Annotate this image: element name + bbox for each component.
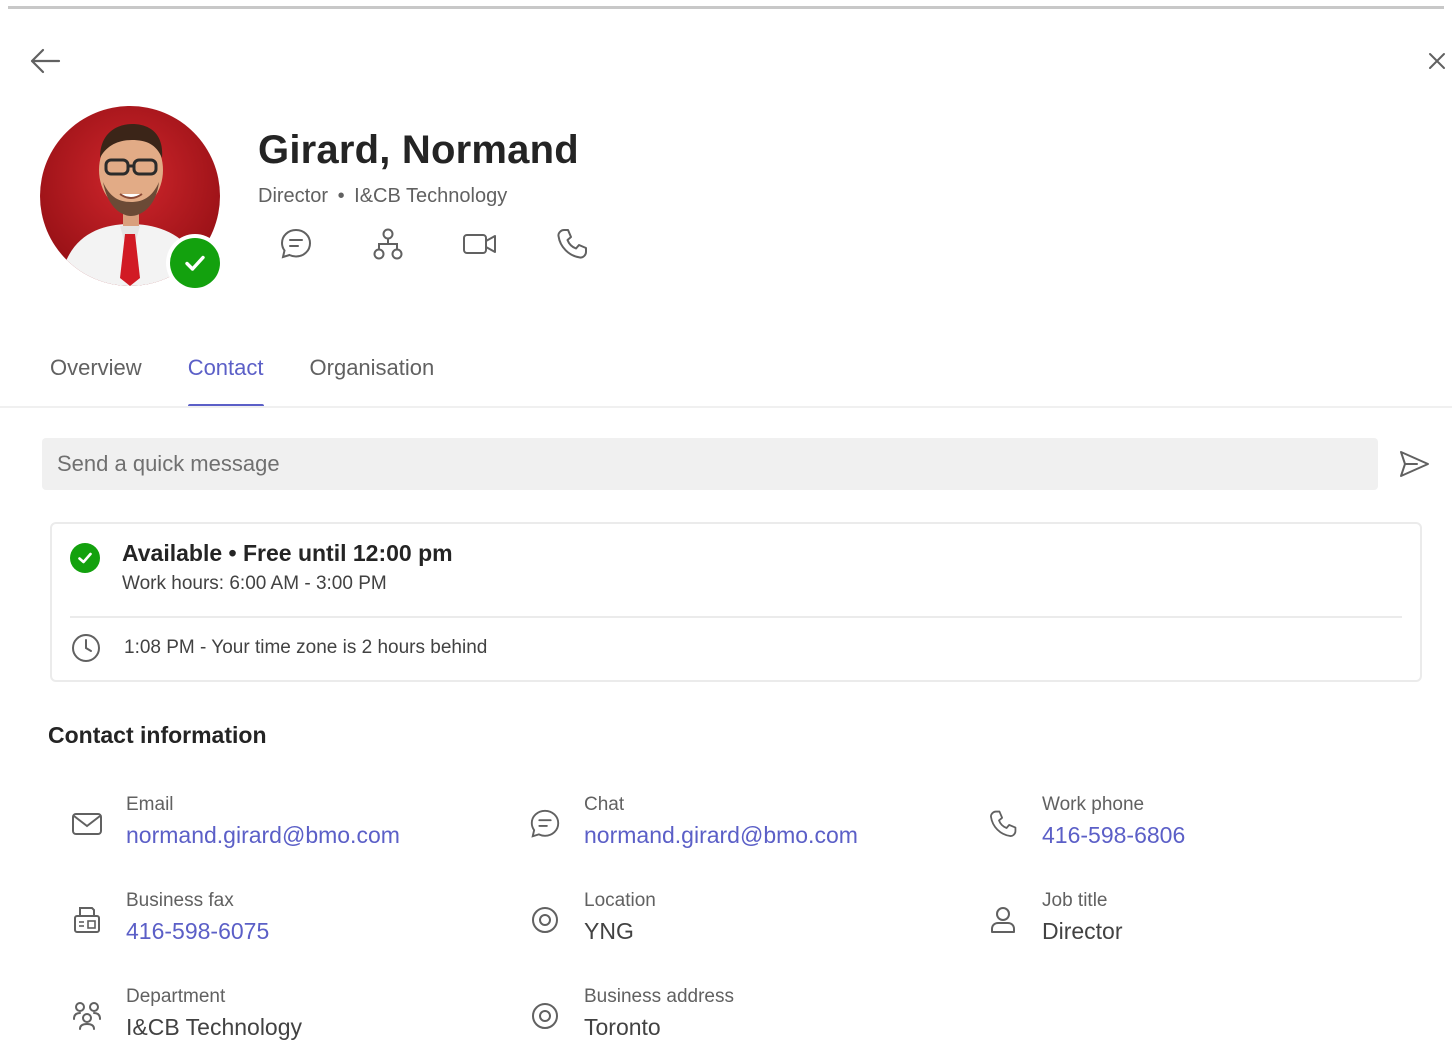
profile-role: Director	[258, 185, 329, 207]
profile-tabs: Overview Contact Organisation	[50, 350, 480, 408]
tab-organisation[interactable]: Organisation	[310, 350, 435, 408]
location-value: YNG	[584, 918, 634, 944]
available-status-icon	[70, 543, 100, 573]
close-button[interactable]	[1424, 46, 1450, 76]
location-icon	[526, 996, 564, 1036]
presence-available-dot	[170, 238, 220, 288]
tab-overview[interactable]: Overview	[50, 350, 142, 408]
subtitle-separator: •	[337, 185, 345, 207]
profile-subtitle: Director • I&CB Technology	[258, 185, 507, 208]
org-chart-button[interactable]	[368, 224, 408, 264]
profile-department: I&CB Technology	[354, 185, 508, 207]
checkmark-icon	[78, 552, 92, 564]
phone-icon	[984, 804, 1022, 844]
phone-icon	[557, 229, 587, 259]
close-icon	[1429, 53, 1445, 69]
work-phone-link[interactable]: 416-598-6806	[1042, 822, 1185, 849]
location-label: Location	[584, 890, 656, 911]
local-time-row: 1:08 PM - Your time zone is 2 hours behi…	[70, 632, 487, 664]
business-fax-label: Business fax	[126, 890, 234, 911]
business-address-label: Business address	[584, 986, 734, 1007]
info-department: Department I&CB Technology	[68, 984, 302, 1041]
arrow-left-icon	[30, 48, 61, 74]
local-time-text: 1:08 PM - Your time zone is 2 hours behi…	[124, 637, 488, 658]
send-icon	[1400, 451, 1429, 477]
video-call-button[interactable]	[460, 224, 500, 264]
chat-label: Chat	[584, 794, 625, 815]
email-link[interactable]: normand.girard@bmo.com	[126, 822, 400, 849]
contact-information-heading: Contact information	[48, 722, 267, 748]
work-phone-label: Work phone	[1042, 794, 1145, 815]
back-button[interactable]	[26, 44, 64, 78]
chat-link[interactable]: normand.girard@bmo.com	[584, 822, 858, 849]
video-icon	[463, 234, 496, 254]
info-job-title: Job title Director	[984, 888, 1123, 945]
tab-contact[interactable]: Contact	[187, 350, 264, 408]
info-chat: Chat normand.girard@bmo.com	[526, 792, 858, 849]
card-divider	[70, 616, 1402, 618]
info-business-address: Business address Toronto	[526, 984, 734, 1041]
fax-icon	[68, 900, 106, 940]
clock-icon	[72, 634, 100, 662]
top-divider	[8, 6, 1444, 9]
email-label: Email	[126, 794, 174, 815]
availability-row: Available • Free until 12:00 pm Work hou…	[70, 540, 453, 595]
org-chart-icon	[373, 228, 403, 260]
work-hours: Work hours: 6:00 AM - 3:00 PM	[122, 573, 387, 594]
department-icon	[68, 996, 106, 1036]
tabs-divider	[0, 406, 1452, 408]
department-label: Department	[126, 986, 226, 1007]
job-title-label: Job title	[1042, 890, 1108, 911]
availability-status: Available • Free until 12:00 pm	[122, 540, 453, 566]
availability-card: Available • Free until 12:00 pm Work hou…	[50, 522, 1422, 682]
info-email: Email normand.girard@bmo.com	[68, 792, 400, 849]
checkmark-icon	[185, 255, 205, 271]
info-location: Location YNG	[526, 888, 656, 945]
quick-message-input[interactable]	[42, 438, 1378, 490]
business-fax-link[interactable]: 416-598-6075	[126, 918, 269, 945]
chat-icon	[526, 804, 564, 844]
mail-icon	[68, 804, 106, 844]
presence-badge	[166, 234, 224, 292]
chat-button[interactable]	[276, 224, 316, 264]
person-icon	[984, 900, 1022, 940]
profile-name: Girard, Normand	[258, 128, 579, 172]
availability-text: Available • Free until 12:00 pm Work hou…	[122, 540, 453, 595]
profile-actions	[276, 224, 644, 264]
job-title-value: Director	[1042, 918, 1123, 944]
location-icon	[526, 900, 564, 940]
chat-icon	[280, 228, 312, 259]
info-work-phone: Work phone 416-598-6806	[984, 792, 1185, 849]
department-value: I&CB Technology	[126, 1014, 303, 1040]
audio-call-button[interactable]	[552, 224, 592, 264]
send-button[interactable]	[1392, 444, 1436, 484]
info-business-fax: Business fax 416-598-6075	[68, 888, 269, 945]
business-address-value: Toronto	[584, 1014, 661, 1040]
